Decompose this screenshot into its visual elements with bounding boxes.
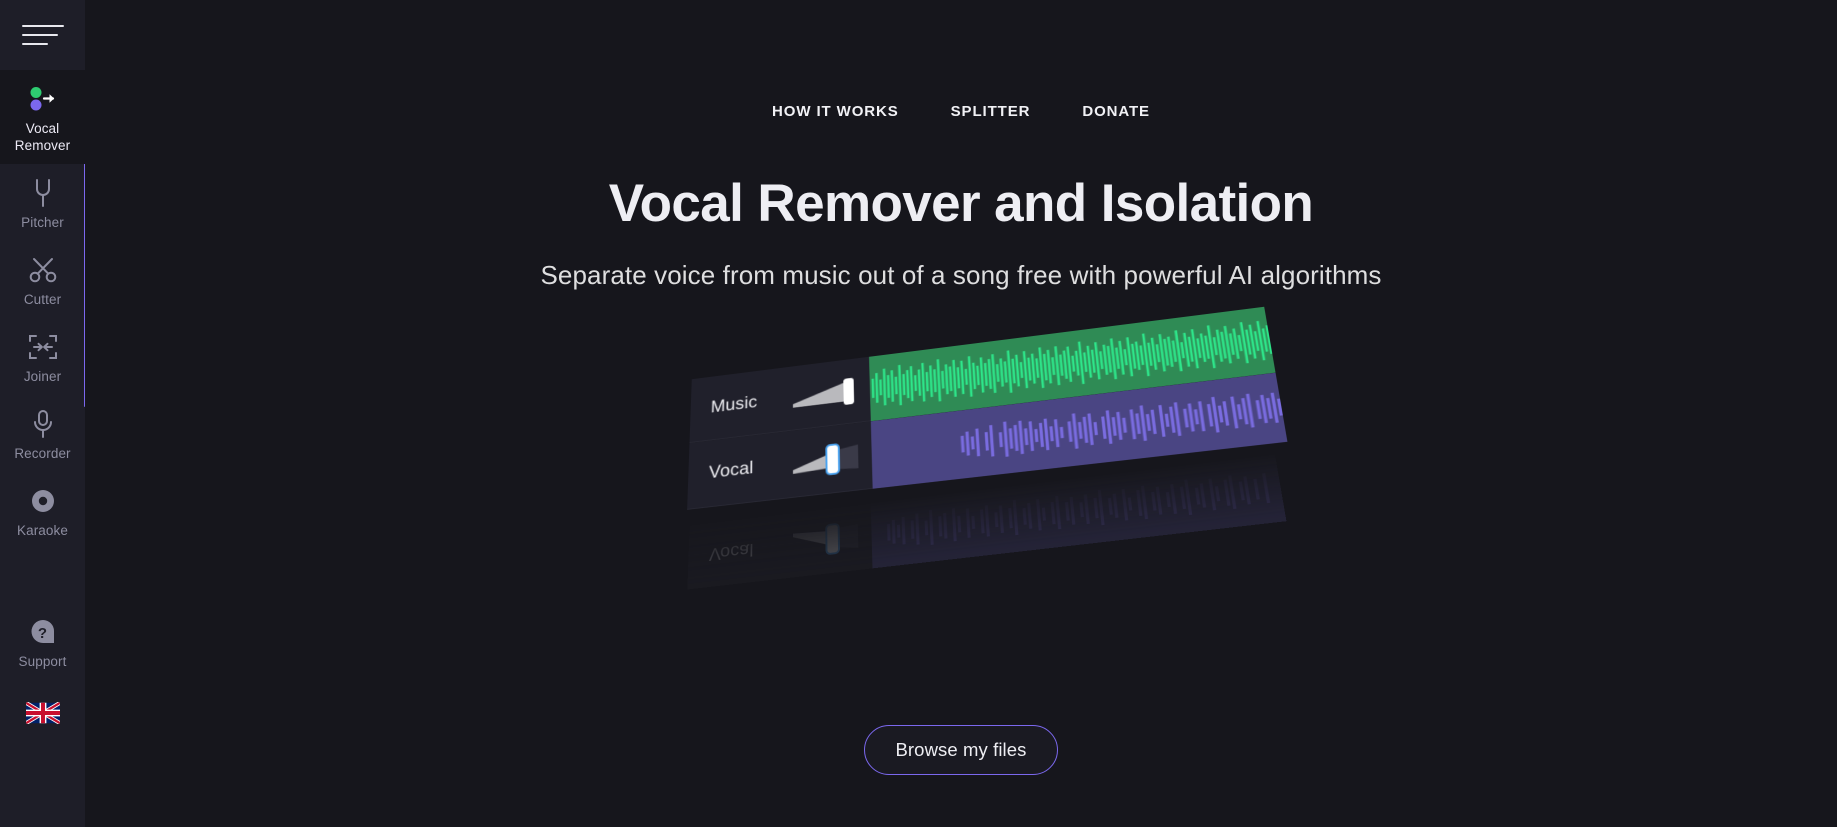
tuning-fork-icon — [23, 176, 63, 210]
record-dot-icon — [23, 484, 63, 518]
nav-link-donate[interactable]: DONATE — [1082, 103, 1150, 120]
nav-link-splitter[interactable]: SPLITTER — [951, 103, 1031, 120]
sidebar-item-label: Karaoke — [17, 523, 68, 538]
page-subtitle: Separate voice from music out of a song … — [540, 260, 1382, 290]
sidebar-nav-list: Vocal Remover Pitcher Cutter Joiner Reco… — [0, 70, 86, 724]
volume-slider-vocal[interactable] — [792, 444, 859, 475]
sidebar-item-recorder[interactable]: Recorder — [0, 395, 85, 472]
browse-my-files-button[interactable]: Browse my files — [864, 725, 1058, 775]
browse-files-container: Browse my files — [85, 725, 1837, 775]
page-root: Vocal Remover Pitcher Cutter Joiner Reco… — [0, 0, 1837, 827]
nav-link-how-it-works[interactable]: HOW IT WORKS — [772, 103, 899, 120]
sidebar-item-joiner[interactable]: Joiner — [0, 318, 85, 395]
tracks-illustration: Vocal Music Vocal — [85, 306, 1837, 590]
sidebar: Vocal Remover Pitcher Cutter Joiner Reco… — [0, 0, 86, 827]
sidebar-item-label: Cutter — [23, 292, 62, 307]
question-mark-icon: ? — [23, 615, 63, 649]
sidebar-item-support[interactable]: ? Support — [0, 603, 85, 680]
language-selector[interactable] — [0, 702, 85, 724]
sidebar-item-label: Recorder — [14, 446, 71, 461]
track-name-music: Music — [710, 392, 758, 417]
main-content: HOW IT WORKS SPLITTER DONATE Vocal Remov… — [85, 0, 1837, 827]
microphone-icon — [23, 407, 63, 441]
sidebar-item-pitcher[interactable]: Pitcher — [0, 164, 85, 241]
page-title: Vocal Remover and Isolation — [608, 174, 1314, 233]
vocal-remover-icon — [23, 82, 63, 116]
uk-flag-icon — [25, 702, 60, 724]
track-name-vocal: Vocal — [708, 458, 754, 483]
hamburger-menu-button[interactable] — [0, 0, 85, 70]
sidebar-item-label: Joiner — [23, 369, 62, 384]
sidebar-item-label: Support — [18, 654, 67, 669]
volume-slider-music[interactable] — [792, 377, 857, 409]
top-navigation: HOW IT WORKS SPLITTER DONATE — [85, 103, 1837, 120]
join-arrows-icon — [23, 330, 63, 364]
sidebar-item-label: Vocal Remover — [14, 121, 71, 153]
volume-slider-knob-vocal[interactable] — [827, 444, 839, 474]
sidebar-item-cutter[interactable]: Cutter — [0, 241, 85, 318]
scissors-icon — [23, 253, 63, 287]
sidebar-item-label: Pitcher — [21, 215, 64, 230]
tracks-perspective-group: Music Vocal — [685, 306, 1298, 569]
svg-text:?: ? — [37, 625, 46, 642]
volume-slider-knob-music[interactable] — [843, 377, 855, 405]
hamburger-icon — [21, 22, 64, 48]
sidebar-item-karaoke[interactable]: Karaoke — [0, 472, 85, 549]
sidebar-item-vocal-remover[interactable]: Vocal Remover — [0, 70, 85, 164]
